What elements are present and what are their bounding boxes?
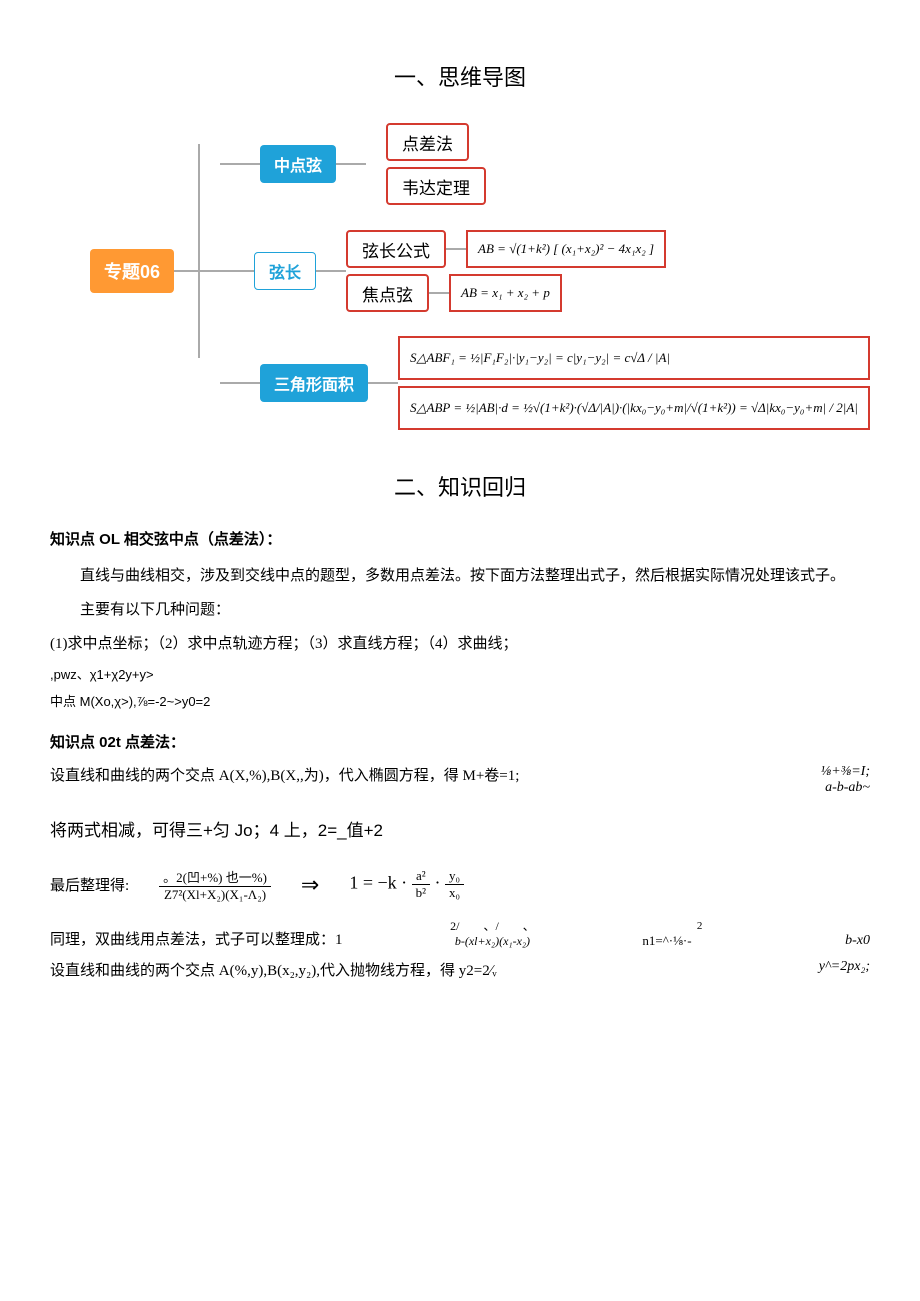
- kp02-hyper-mid-top: 2/ 、/ 、: [450, 919, 535, 933]
- kp02-hyper-left: 同理，双曲线用点差法，式子可以整理成：1: [50, 928, 343, 949]
- kp02-hyper-r1-sup: 2: [642, 920, 702, 932]
- kp01-para1: 直线与曲线相交，涉及到交线中点的题型，多数用点差法。按下面方法整理出式子，然后根…: [50, 561, 870, 591]
- formula-area1: S△ABF₁ = ½|F₁F₂|·|y₁−y₂| = c|y₁−y₂| = c√…: [398, 336, 870, 380]
- kp02-final-lhs-frac: 。2(凹+%) 也一%) Z7²(Xl+X₂)(X₁-Λ₂): [159, 867, 271, 903]
- kp02-rhs-f1n: a²: [412, 868, 430, 885]
- leaf-chord-formula: 弦长公式: [346, 230, 446, 268]
- kp02-row1: 设直线和曲线的两个交点 A(X,%),B(X,,为)，代入椭圆方程，得 M+卷=…: [50, 764, 870, 796]
- kp01-list: (1)求中点坐标；（2）求中点轨迹方程；（3）求直线方程；（4）求曲线；: [50, 629, 870, 659]
- kp02-rhs-prefix: 1 = −k ·: [349, 873, 407, 893]
- node-chord-length: 弦长: [254, 252, 316, 290]
- kp02-parab-right: y^=2px₂;: [819, 959, 870, 975]
- kp02-rhs-f1d: b²: [412, 885, 430, 901]
- kp02-subtract-line: 将两式相减，可得三+匀 Jo；4 上，2=_值+2: [50, 816, 870, 841]
- kp02-heading: 知识点 02t 点差法：: [50, 731, 870, 752]
- kp02-hyperbola-row: 同理，双曲线用点差法，式子可以整理成：1 2/ 、/ 、 b-(xl+x₂)(x…: [50, 917, 870, 949]
- kp01-cramped1: ,pwz、χ1+χ2y+y>: [50, 665, 870, 686]
- section1-title: 一、思维导图: [50, 60, 870, 92]
- node-root: 专题06: [90, 249, 174, 293]
- section2-title: 二、知识回归: [50, 470, 870, 502]
- kp01-heading: 知识点 OL 相交弦中点（点差法）：: [50, 528, 870, 549]
- leaf-dianchafa: 点差法: [386, 123, 469, 161]
- kp02-hyper-r2: b-x0: [810, 933, 870, 949]
- kp01-cramped2: 中点 M(Xo,χ>),⅞=-2~>y0=2: [50, 692, 870, 713]
- node-triangle-area: 三角形面积: [260, 364, 368, 402]
- kp02-parab-left: 设直线和曲线的两个交点 A(%,y),B(x₂,y₂),代入抛物线方程，得 y2…: [50, 959, 497, 980]
- kp01-para2: 主要有以下几种问题：: [50, 595, 870, 625]
- leaf-weida: 韦达定理: [386, 167, 486, 205]
- formula-focus-chord: AB = x₁ + x₂ + p: [449, 274, 562, 312]
- kp02-row1-r1: ⅛+⅜=I;: [821, 764, 870, 779]
- kp02-rhs-f2d: x₀: [445, 885, 464, 901]
- kp02-hyper-r1: n1=^·⅛·-: [642, 933, 691, 948]
- kp02-final-num: 。2(凹+%) 也一%): [159, 867, 271, 887]
- kp02-row1-left: 设直线和曲线的两个交点 A(X,%),B(X,,为)，代入椭圆方程，得 M+卷=…: [50, 764, 519, 785]
- kp02-final-eq: 最后整理得: 。2(凹+%) 也一%) Z7²(Xl+X₂)(X₁-Λ₂) ⇒ …: [50, 867, 870, 903]
- kp02-final-label: 最后整理得:: [50, 874, 129, 895]
- kp02-row1-r2: a-b-ab~: [825, 780, 870, 795]
- implies-arrow-icon: ⇒: [301, 872, 319, 898]
- kp02-parabola-row: 设直线和曲线的两个交点 A(%,y),B(x₂,y₂),代入抛物线方程，得 y2…: [50, 959, 870, 980]
- kp02-rhs-f2n: y₀: [445, 868, 464, 885]
- kp02-hyper-mid-bot: b-(xl+x₂)(x₁-x₂): [455, 934, 530, 948]
- formula-area2: S△ABP = ½|AB|·d = ½√(1+k²)·(√Δ/|A|)·(|kx…: [398, 386, 870, 430]
- node-midpoint-chord: 中点弦: [260, 145, 336, 183]
- leaf-focus-chord: 焦点弦: [346, 274, 429, 312]
- formula-chord: AB = √(1+k²) [ (x₁+x₂)² − 4x₁x₂ ]: [466, 230, 666, 268]
- mindmap-diagram: 中点弦 点差法 韦达定理 专题06 弦长 弦长公式 AB = √(1+k²) […: [90, 122, 910, 430]
- kp02-rhs: 1 = −k · a² b² · y₀ x₀: [349, 868, 464, 901]
- kp02-final-den: Z7²(Xl+X₂)(X₁-Λ₂): [160, 887, 270, 903]
